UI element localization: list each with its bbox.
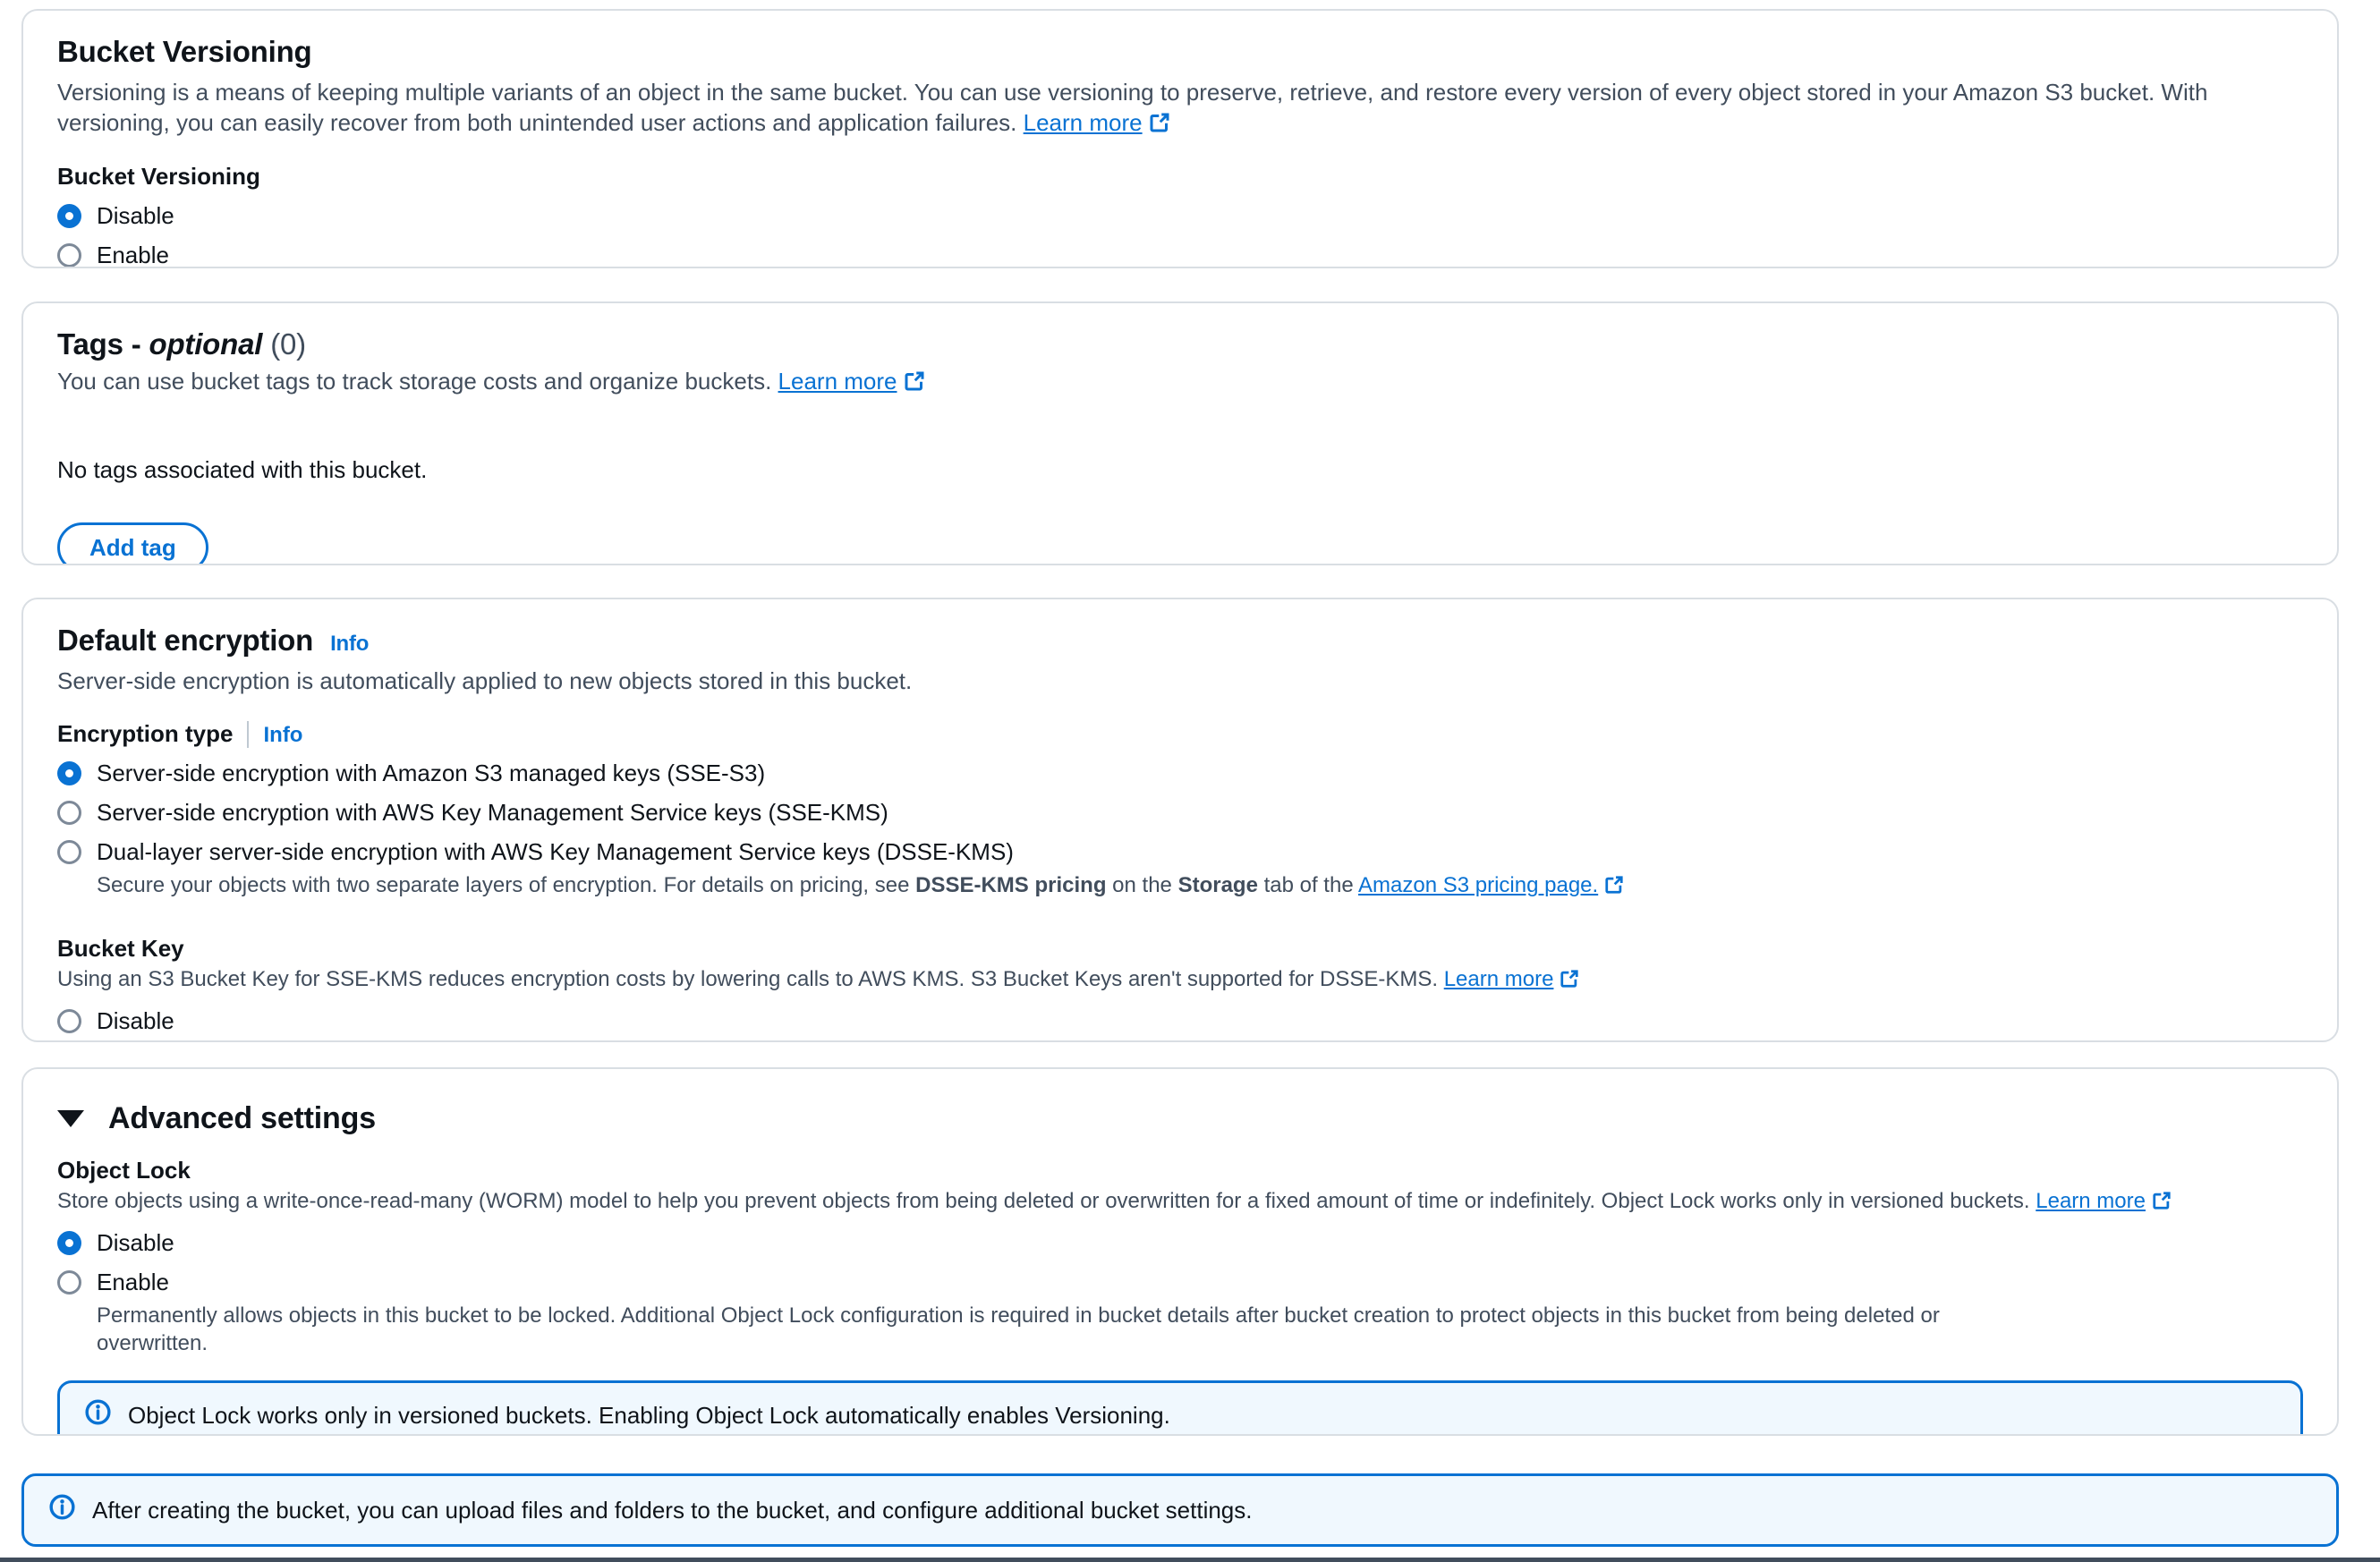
note-text: Secure your objects with two separate la… (97, 873, 909, 897)
radio-label: Dual-layer server-side encryption with A… (97, 838, 1014, 866)
external-link-icon (1560, 968, 1579, 996)
radio-label: Server-side encryption with Amazon S3 ma… (97, 760, 765, 787)
radio-label: Server-side encryption with AWS Key Mana… (97, 799, 888, 827)
learn-more-label: Learn more (2036, 1189, 2146, 1213)
tags-title-main: Tags - (57, 327, 141, 361)
object-lock-enable-note: Permanently allows objects in this bucke… (97, 1302, 1958, 1357)
bucket-key-description: Using an S3 Bucket Key for SSE-KMS reduc… (57, 965, 2303, 996)
bucket-key-label: Bucket Key (57, 934, 2303, 963)
advanced-settings-card: Advanced settings Object Lock Store obje… (21, 1067, 2339, 1436)
radio-selected-icon (57, 1231, 81, 1255)
learn-more-label: Learn more (778, 368, 897, 395)
radio-label: Enable (97, 1269, 169, 1296)
object-lock-enable-option[interactable]: Enable (57, 1269, 2303, 1296)
radio-selected-icon (57, 761, 81, 785)
object-lock-disable-option[interactable]: Disable (57, 1229, 2303, 1257)
caret-down-icon (57, 1110, 84, 1127)
encryption-type-row: Encryption type Info (57, 719, 2303, 748)
info-link[interactable]: Info (263, 723, 302, 747)
radio-unselected-icon (57, 243, 81, 267)
page-bottom-divider (0, 1558, 2380, 1562)
object-lock-info-alert: Object Lock works only in versioned buck… (57, 1380, 2303, 1436)
alert-text: Object Lock works only in versioned buck… (128, 1401, 1170, 1430)
default-encryption-description: Server-side encryption is automatically … (57, 666, 2303, 696)
tags-title: Tags - optional (0) (57, 327, 2303, 362)
object-lock-label: Object Lock (57, 1156, 2303, 1184)
radio-unselected-icon (57, 801, 81, 825)
radio-label: Disable (97, 202, 174, 230)
tags-count: (0) (270, 327, 306, 361)
radio-unselected-icon (57, 1270, 81, 1295)
description-text: You can use bucket tags to track storage… (57, 368, 771, 395)
tags-empty-text: No tags associated with this bucket. (57, 456, 2303, 484)
radio-unselected-icon (57, 840, 81, 864)
radio-unselected-icon (57, 1009, 81, 1033)
add-tag-button[interactable]: Add tag (57, 522, 208, 565)
radio-label: Disable (97, 1007, 174, 1035)
default-encryption-title: Default encryption Info (57, 623, 2303, 662)
dsse-kms-note: Secure your objects with two separate la… (97, 871, 1958, 902)
note-bold: Storage (1178, 873, 1258, 897)
bucket-versioning-title: Bucket Versioning (57, 34, 2303, 70)
encryption-sse-s3-option[interactable]: Server-side encryption with Amazon S3 ma… (57, 760, 2303, 787)
default-encryption-card: Default encryption Info Server-side encr… (21, 598, 2339, 1042)
object-lock-description: Store objects using a write-once-read-ma… (57, 1187, 2303, 1218)
description-text: Using an S3 Bucket Key for SSE-KMS reduc… (57, 967, 1438, 991)
info-link[interactable]: Info (330, 632, 369, 656)
bucket-versioning-card: Bucket Versioning Versioning is a means … (21, 9, 2339, 268)
tags-card: Tags - optional (0) You can use bucket t… (21, 301, 2339, 565)
note-bold: DSSE-KMS pricing (915, 873, 1106, 897)
versioning-disable-option[interactable]: Disable (57, 202, 2303, 230)
advanced-settings-title: Advanced settings (108, 1101, 376, 1136)
description-text: Store objects using a write-once-read-ma… (57, 1189, 2030, 1213)
learn-more-link[interactable]: Learn more (2036, 1189, 2172, 1213)
info-icon (49, 1494, 75, 1526)
bucket-versioning-field-label: Bucket Versioning (57, 162, 2303, 191)
learn-more-link[interactable]: Learn more (1444, 967, 1580, 991)
note-text: tab of the (1264, 873, 1354, 897)
link-label: Amazon S3 pricing page. (1358, 873, 1598, 897)
note-text: on the (1112, 873, 1172, 897)
bucket-versioning-description: Versioning is a means of keeping multipl… (57, 77, 2303, 140)
tags-title-optional: optional (149, 327, 263, 361)
learn-more-label: Learn more (1024, 109, 1143, 136)
encryption-type-label: Encryption type (57, 720, 233, 747)
tags-description: You can use bucket tags to track storage… (57, 366, 2303, 399)
learn-more-link[interactable]: Learn more (778, 368, 925, 395)
learn-more-label: Learn more (1444, 967, 1554, 991)
footer-info-alert: After creating the bucket, you can uploa… (21, 1473, 2339, 1547)
external-link-icon (1604, 874, 1624, 902)
versioning-enable-option[interactable]: Enable (57, 242, 2303, 268)
external-link-icon (1149, 110, 1170, 140)
encryption-dsse-kms-option[interactable]: Dual-layer server-side encryption with A… (57, 838, 2303, 866)
bucket-key-disable-option[interactable]: Disable (57, 1007, 2303, 1035)
radio-selected-icon (57, 204, 81, 228)
external-link-icon (2152, 1190, 2172, 1218)
label-divider (247, 721, 249, 748)
info-icon (85, 1399, 111, 1431)
learn-more-link[interactable]: Learn more (1024, 109, 1170, 136)
external-link-icon (904, 369, 925, 399)
title-text: Default encryption (57, 624, 313, 657)
radio-label: Disable (97, 1229, 174, 1257)
encryption-sse-kms-option[interactable]: Server-side encryption with AWS Key Mana… (57, 799, 2303, 827)
alert-text: After creating the bucket, you can uploa… (92, 1496, 1252, 1525)
advanced-settings-header[interactable]: Advanced settings (57, 1101, 2303, 1136)
s3-pricing-page-link[interactable]: Amazon S3 pricing page. (1358, 873, 1624, 897)
radio-label: Enable (97, 242, 169, 268)
